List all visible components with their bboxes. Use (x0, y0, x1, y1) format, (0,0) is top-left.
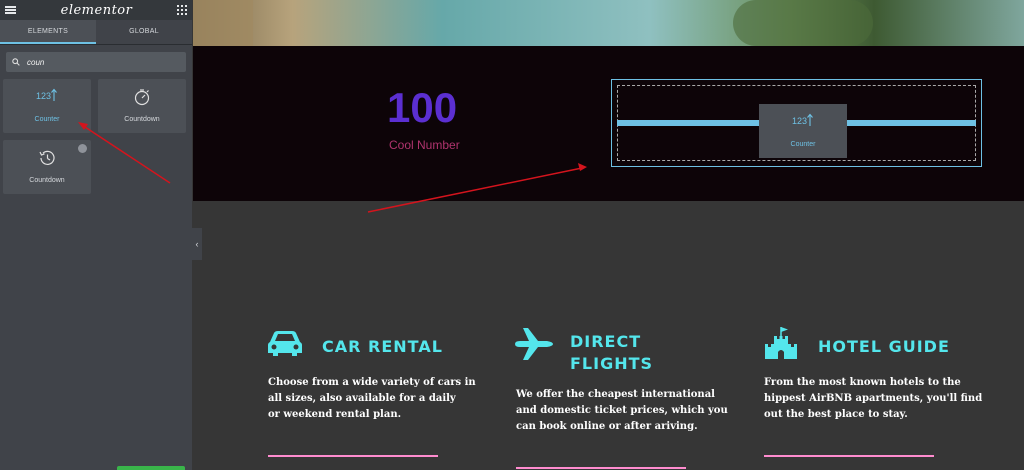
tab-elements[interactable]: ELEMENTS (0, 20, 96, 44)
desc-line: Choose from a wide variety of cars in (268, 377, 476, 388)
widget-countdown-pro[interactable]: Countdown (3, 140, 91, 194)
widget-label: Countdown (124, 116, 160, 123)
elementor-logo: elementor (60, 2, 133, 18)
svg-text:123: 123 (36, 91, 51, 101)
panel-collapse-toggle[interactable]: ‹ (192, 228, 202, 260)
desc-line: can book online or after ariving. (516, 421, 698, 432)
stopwatch-icon (98, 88, 186, 106)
widget-countdown[interactable]: Countdown (98, 79, 186, 133)
publish-button[interactable] (117, 466, 185, 470)
svg-text:123: 123 (792, 116, 807, 126)
desc-line: or weekend rental plan. (268, 409, 402, 420)
desc-line: out the best place to stay. (764, 409, 908, 420)
service-description: Choose from a wide variety of cars in al… (268, 375, 476, 423)
service-divider (764, 455, 934, 457)
car-icon (268, 331, 302, 356)
service-title: CAR RENTAL (322, 337, 443, 356)
widget-search (6, 52, 186, 72)
panel-header: elementor (0, 0, 192, 20)
search-icon (12, 58, 20, 66)
airplane-icon (515, 328, 553, 360)
hamburger-menu-icon[interactable] (5, 6, 16, 14)
service-description: From the most known hotels to the hippes… (764, 375, 982, 423)
title-line: FLIGHTS (570, 354, 654, 373)
widget-label: Countdown (29, 177, 65, 184)
counter-number: 100 (387, 84, 458, 131)
castle-icon (765, 327, 797, 359)
elementor-panel: elementor ELEMENTS GLOBAL 123 Counter (0, 0, 192, 470)
search-input[interactable] (25, 56, 179, 68)
tab-global[interactable]: GLOBAL (96, 20, 192, 44)
widget-label: Counter (34, 116, 60, 123)
grid-icon[interactable] (176, 5, 187, 15)
counter-title: Cool Number (389, 138, 460, 152)
counter-icon: 123 (759, 113, 847, 127)
desc-line: and domestic ticket prices, which you (516, 405, 728, 416)
service-title: HOTEL GUIDE (818, 337, 950, 356)
widget-label: Counter (790, 141, 816, 148)
panel-tabs: ELEMENTS GLOBAL (0, 20, 192, 45)
desc-line: hippest AirBNB apartments, you'll find (764, 393, 983, 404)
widget-counter[interactable]: 123 Counter (3, 79, 91, 133)
hero-image (193, 0, 1024, 46)
desc-line: all sizes, also available for a daily (268, 393, 456, 404)
desc-line: We offer the cheapest international (516, 389, 715, 400)
title-line: DIRECT (570, 332, 642, 351)
service-title: DIRECT FLIGHTS (570, 331, 653, 375)
service-description: We offer the cheapest international and … (516, 387, 728, 435)
service-divider (516, 467, 686, 469)
desc-line: From the most known hotels to the (764, 377, 961, 388)
drag-ghost-counter[interactable]: 123 Counter (759, 104, 847, 158)
clock-history-icon (3, 149, 91, 167)
counter-icon: 123 (3, 88, 91, 102)
service-divider (268, 455, 438, 457)
